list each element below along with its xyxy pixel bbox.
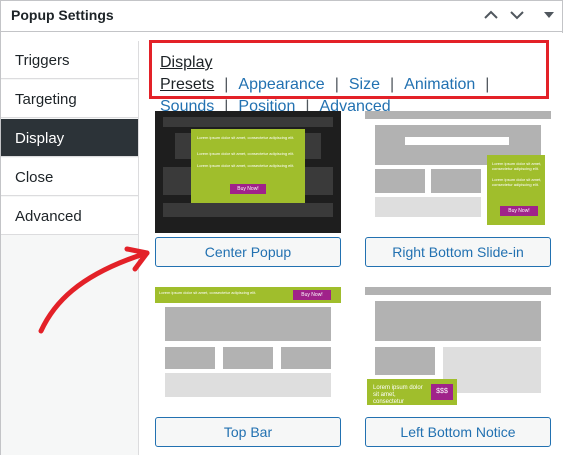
tab-advanced[interactable]: Advanced xyxy=(1,197,138,235)
preview-slidein-text: Lorem ipsum dolor sit amet, consectetur … xyxy=(492,161,542,171)
subnav-size[interactable]: Size xyxy=(349,76,380,93)
preview-slidein-text: Lorem ipsum dolor sit amet, consectetur … xyxy=(492,177,542,187)
preview-price-badge: $$$ xyxy=(431,384,453,400)
display-content: Display Presets | Appearance | Size | Animatio… xyxy=(139,33,563,455)
collapse-toggle-icon[interactable] xyxy=(539,5,559,25)
preview-buy-button: Buy Now! xyxy=(293,290,331,300)
center-popup-preview[interactable]: Lorem ipsum dolor sit amet, consectetur … xyxy=(155,111,341,233)
top-bar-preview[interactable]: Lorem ipsum dolor sit amet, consectetur … xyxy=(155,287,341,409)
preview-block xyxy=(163,117,333,127)
preview-block xyxy=(375,301,541,341)
subnav-separator: | xyxy=(334,76,339,93)
display-subnav: Display Presets | Appearance | Size | Animatio… xyxy=(149,40,549,115)
preview-block xyxy=(223,347,273,369)
left-bottom-notice-preview[interactable]: Lorem ipsum dolor sit amet, consectetur … xyxy=(365,287,551,409)
preview-block xyxy=(281,347,331,369)
preview-block xyxy=(375,347,435,375)
subnav-separator: | xyxy=(485,76,490,93)
left-bottom-notice-button[interactable]: Left Bottom Notice xyxy=(365,417,551,447)
preview-block xyxy=(431,169,481,193)
preview-block xyxy=(443,347,541,393)
popup-settings-panel: Popup Settings Triggers Targeting Displa… xyxy=(0,0,563,455)
preview-block xyxy=(375,169,425,193)
chevron-up-icon[interactable] xyxy=(481,5,501,25)
right-bottom-slidein-preview[interactable]: Lorem ipsum dolor sit amet, consectetur … xyxy=(365,111,551,233)
red-arrow-icon xyxy=(38,246,150,334)
panel-header: Popup Settings xyxy=(1,1,562,32)
tab-display[interactable]: Display xyxy=(1,119,138,157)
right-bottom-slidein-button[interactable]: Right Bottom Slide-in xyxy=(365,237,551,267)
preview-block xyxy=(163,203,333,217)
subnav-animation[interactable]: Animation xyxy=(404,76,475,93)
tabs-top-spacer xyxy=(1,33,139,41)
subnav-display-presets[interactable]: Display Presets xyxy=(160,54,214,93)
preview-block xyxy=(365,111,551,119)
subnav-separator: | xyxy=(389,76,395,93)
preview-block xyxy=(165,347,215,369)
preview-block xyxy=(165,373,331,397)
tab-targeting[interactable]: Targeting xyxy=(1,80,138,118)
preview-popup-text: Lorem ipsum dolor sit amet, consectetur … xyxy=(197,151,295,156)
preview-buy-button: Buy Now! xyxy=(500,206,538,216)
tab-close[interactable]: Close xyxy=(1,158,138,196)
panel-title: Popup Settings xyxy=(11,7,114,23)
tab-triggers[interactable]: Triggers xyxy=(1,41,138,79)
preview-popup-text: Lorem ipsum dolor sit amet, consectetur … xyxy=(197,163,295,168)
preview-bar-text: Lorem ipsum dolor sit amet, consectetur … xyxy=(159,290,257,295)
preview-notice-text: Lorem ipsum dolor sit amet, consectetur xyxy=(373,385,423,405)
preview-block xyxy=(365,287,551,295)
chevron-down-icon[interactable] xyxy=(507,5,527,25)
preview-block xyxy=(375,197,481,217)
preview-popup-text: Lorem ipsum dolor sit amet, consectetur … xyxy=(197,135,295,140)
preview-block xyxy=(165,307,331,341)
center-popup-button[interactable]: Center Popup xyxy=(155,237,341,267)
subnav-appearance[interactable]: Appearance xyxy=(238,76,324,93)
top-bar-button[interactable]: Top Bar xyxy=(155,417,341,447)
preview-buy-button: Buy Now! xyxy=(230,184,266,194)
preview-block xyxy=(405,137,509,145)
subnav-separator: | xyxy=(224,76,229,93)
